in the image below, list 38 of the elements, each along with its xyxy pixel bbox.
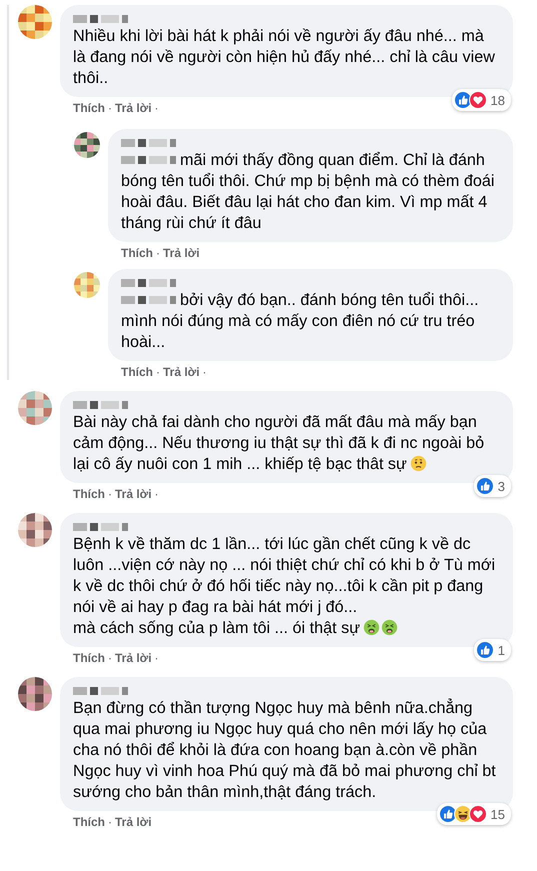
comment-text: mãi mới thấy đồng quan điểm. Chỉ là đánh bóng tên tuổi thôi. Chứ mp bị bệnh mà có thèm đoái hoài đâu. Biết đâu lại hát cho đan kim. Vì mp mất 4 tháng rùi chứ ít đâu [121,150,496,234]
separator-dot: · [108,100,112,116]
reaction-count[interactable]: 3 [474,475,511,497]
separator-dot: · [108,650,112,666]
action-link[interactable]: Trả lời [163,245,200,261]
separator-dot: · [108,814,112,830]
action-link[interactable]: Trả lời [115,650,152,666]
action-link[interactable]: Trả lời [115,100,152,116]
reaction-count[interactable]: 18 [452,89,511,111]
action-link[interactable]: Trả lời [115,814,152,830]
action-link[interactable]: Thích [73,100,105,116]
action-link[interactable]: Thích [121,245,153,261]
comment-text: Nhiều khi lời bài hát k phải nói về người ấy đâu nhé... mà là đang nói về người còn hiện hủ đấy nhé... chỉ là câu view thôi.. [73,26,496,89]
action-link[interactable]: Thích [73,486,105,502]
avatar[interactable] [18,5,52,39]
reaction-count[interactable]: 1 [474,639,511,661]
avatar[interactable] [18,677,52,711]
comment-text: Bệnh k về thăm dc 1 lần... tới lúc gần chết cũng k về dc luôn ...viện cớ này nọ ... nói thiệt chứ chỉ có khi b ở Tù mới k về dc thôi chứ ở đó hối tiếc này nọ...tôi k cần pit p đang nói về ai hay p đag ra bài hát mới j đó... mà cách sống của p làm tôi ... ói thật sự [73,534,496,639]
comment-text: Bạn đừng có thần tượng Ngọc huy mà bênh nữa.chẳng qua mai phương iu Ngọc huy quá cho nên mới lấy họ của cha nó thôi để khỏi là đứa con hoang bạn à.còn về phần Ngọc huy vì vinh hoa Phú quý mà đã bỏ mai phương chỉ bt sướng cho bản thân mình,thật đáng trách. [73,698,497,803]
separator-dot: · [154,100,159,116]
action-link[interactable]: Thích [73,814,105,830]
separator-dot: · [156,364,160,380]
separator-dot: · [108,486,112,502]
separator-dot: · [154,650,159,666]
like-icon[interactable] [476,641,494,659]
avatar[interactable] [74,132,100,158]
separator-dot: · [202,364,207,380]
separator-dot: · [154,486,159,502]
avatar[interactable] [18,513,52,547]
comment-text: Bài này chả fai dành cho người đã mất đâu mà mấy bạn cảm động... Nếu thương iu thật sự thì đã k đi nc ngoài bỏ lại cô ấy nuôi con 1 mih ... khiếp tệ bạc thât sự [73,412,486,475]
action-link[interactable]: Trả lời [163,364,200,380]
action-link[interactable]: Trả lời [115,486,152,502]
action-link[interactable]: Thích [121,364,153,380]
action-link[interactable]: Thích [73,650,105,666]
separator-dot: · [156,245,160,261]
reaction-count[interactable]: 15 [436,803,511,825]
comment-text: bởi vậy đó bạn.. đánh bóng tên tuổi thôi... mình nói đúng mà có mấy con điên nó cứ tru tréo hoài... [121,290,480,353]
like-icon[interactable] [476,477,494,495]
